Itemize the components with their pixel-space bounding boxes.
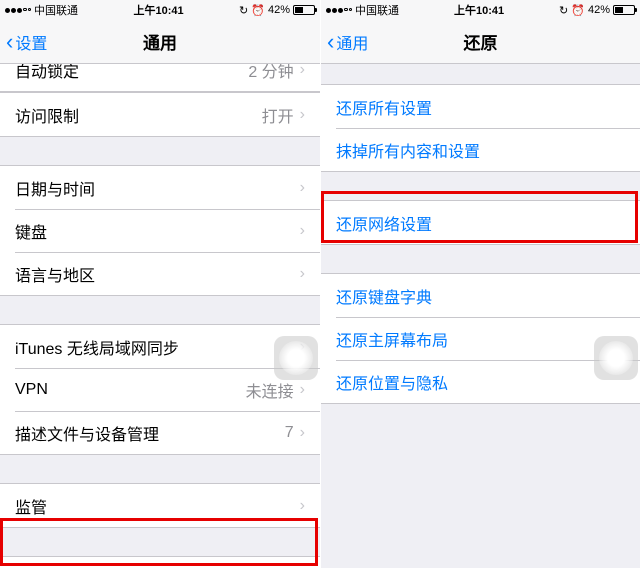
row-supervision[interactable]: 监管 › bbox=[0, 484, 320, 527]
status-left: 中国联通 bbox=[5, 2, 78, 18]
nav-title: 还原 bbox=[321, 29, 640, 54]
orientation-lock-icon: ↻ bbox=[559, 4, 568, 17]
row-label: iTunes 无线局域网同步 bbox=[15, 335, 300, 359]
alarm-icon: ⏰ bbox=[251, 4, 265, 17]
row-itunes-wifi-sync[interactable]: iTunes 无线局域网同步 › bbox=[0, 325, 320, 368]
row-reset-keyboard-dict[interactable]: 还原键盘字典 bbox=[321, 274, 640, 317]
row-detail: 2 分钟 bbox=[248, 64, 293, 82]
row-reset[interactable]: 还原 › bbox=[0, 557, 320, 568]
signal-dots-icon bbox=[5, 8, 31, 13]
row-label: 语言与地区 bbox=[15, 262, 300, 286]
battery-pct: 42% bbox=[268, 4, 290, 16]
row-keyboard[interactable]: 键盘 › bbox=[0, 209, 320, 252]
content-right: 还原所有设置 抹掉所有内容和设置 还原网络设置 还原键盘字典 还原主屏幕布局 bbox=[321, 64, 640, 568]
row-label: 还原键盘字典 bbox=[336, 284, 625, 308]
row-language-region[interactable]: 语言与地区 › bbox=[0, 252, 320, 295]
row-date-time[interactable]: 日期与时间 › bbox=[0, 166, 320, 209]
signal-dots-icon bbox=[326, 8, 352, 13]
status-right: ↻ ⏰ 42% bbox=[559, 4, 635, 17]
row-label: 描述文件与设备管理 bbox=[15, 421, 285, 445]
status-left: 中国联通 bbox=[326, 2, 399, 18]
row-reset-home-layout[interactable]: 还原主屏幕布局 bbox=[321, 317, 640, 360]
nav-back-label: 设置 bbox=[15, 30, 47, 54]
row-label: 还原所有设置 bbox=[336, 95, 625, 119]
chevron-right-icon: › bbox=[300, 64, 305, 79]
row-reset-all-settings[interactable]: 还原所有设置 bbox=[321, 85, 640, 128]
chevron-left-icon: ‹ bbox=[6, 31, 13, 53]
row-label: 自动锁定 bbox=[15, 64, 248, 82]
status-bar: 中国联通 上午10:41 ↻ ⏰ 42% bbox=[321, 0, 640, 20]
status-time: 上午10:41 bbox=[78, 2, 239, 18]
content-left: 自动锁定 2 分钟 › 访问限制 打开 › 日期与时间 › 键 bbox=[0, 64, 320, 568]
status-bar: 中国联通 上午10:41 ↻ ⏰ 42% bbox=[0, 0, 320, 20]
row-label: 还原位置与隐私 bbox=[336, 370, 625, 394]
carrier-label: 中国联通 bbox=[355, 2, 399, 18]
row-vpn[interactable]: VPN 未连接 › bbox=[0, 368, 320, 411]
row-label: 监管 bbox=[15, 494, 300, 518]
stage: 中国联通 上午10:41 ↻ ⏰ 42% ‹ 设置 通用 自动锁定 2 分钟 bbox=[0, 0, 640, 568]
phone-left: 中国联通 上午10:41 ↻ ⏰ 42% ‹ 设置 通用 自动锁定 2 分钟 bbox=[0, 0, 320, 568]
nav-back-button[interactable]: ‹ 设置 bbox=[0, 30, 47, 54]
carrier-label: 中国联通 bbox=[34, 2, 78, 18]
status-time: 上午10:41 bbox=[399, 2, 559, 18]
assistive-touch-icon bbox=[599, 341, 633, 375]
status-right: ↻ ⏰ 42% bbox=[239, 4, 315, 17]
row-detail: 打开 bbox=[262, 103, 294, 127]
row-detail: 未连接 bbox=[246, 378, 294, 402]
row-label: 抹掉所有内容和设置 bbox=[336, 138, 625, 162]
nav-bar: ‹ 设置 通用 bbox=[0, 20, 320, 64]
nav-bar: ‹ 通用 还原 bbox=[321, 20, 640, 64]
row-profiles[interactable]: 描述文件与设备管理 7 › bbox=[0, 411, 320, 454]
row-reset-network-settings[interactable]: 还原网络设置 bbox=[321, 201, 640, 244]
nav-back-button[interactable]: ‹ 通用 bbox=[321, 30, 368, 54]
assistive-touch-button[interactable] bbox=[594, 336, 638, 380]
nav-back-label: 通用 bbox=[336, 30, 368, 54]
chevron-right-icon: › bbox=[300, 381, 305, 399]
chevron-right-icon: › bbox=[300, 424, 305, 442]
chevron-right-icon: › bbox=[300, 497, 305, 515]
row-label: 日期与时间 bbox=[15, 176, 300, 200]
row-access-restrictions[interactable]: 访问限制 打开 › bbox=[0, 93, 320, 136]
battery-pct: 42% bbox=[588, 4, 610, 16]
battery-icon bbox=[293, 5, 315, 15]
row-erase-all-content[interactable]: 抹掉所有内容和设置 bbox=[321, 128, 640, 171]
assistive-touch-button[interactable] bbox=[274, 336, 318, 380]
row-label: 还原主屏幕布局 bbox=[336, 327, 625, 351]
row-detail: 7 bbox=[285, 424, 294, 442]
nav-title: 通用 bbox=[0, 29, 320, 54]
alarm-icon: ⏰ bbox=[571, 4, 585, 17]
chevron-right-icon: › bbox=[300, 106, 305, 124]
row-label: 还原网络设置 bbox=[336, 211, 625, 235]
chevron-right-icon: › bbox=[300, 222, 305, 240]
row-autolock-cut[interactable]: 自动锁定 2 分钟 › bbox=[0, 64, 320, 92]
chevron-left-icon: ‹ bbox=[327, 31, 334, 53]
orientation-lock-icon: ↻ bbox=[239, 4, 248, 17]
row-reset-location-privacy[interactable]: 还原位置与隐私 bbox=[321, 360, 640, 403]
assistive-touch-icon bbox=[279, 341, 313, 375]
battery-icon bbox=[613, 5, 635, 15]
chevron-right-icon: › bbox=[300, 265, 305, 283]
row-label: VPN bbox=[15, 381, 246, 399]
chevron-right-icon: › bbox=[300, 179, 305, 197]
row-label: 键盘 bbox=[15, 219, 300, 243]
row-label: 访问限制 bbox=[15, 103, 262, 127]
phone-right: 中国联通 上午10:41 ↻ ⏰ 42% ‹ 通用 还原 还原所有设置 bbox=[320, 0, 640, 568]
